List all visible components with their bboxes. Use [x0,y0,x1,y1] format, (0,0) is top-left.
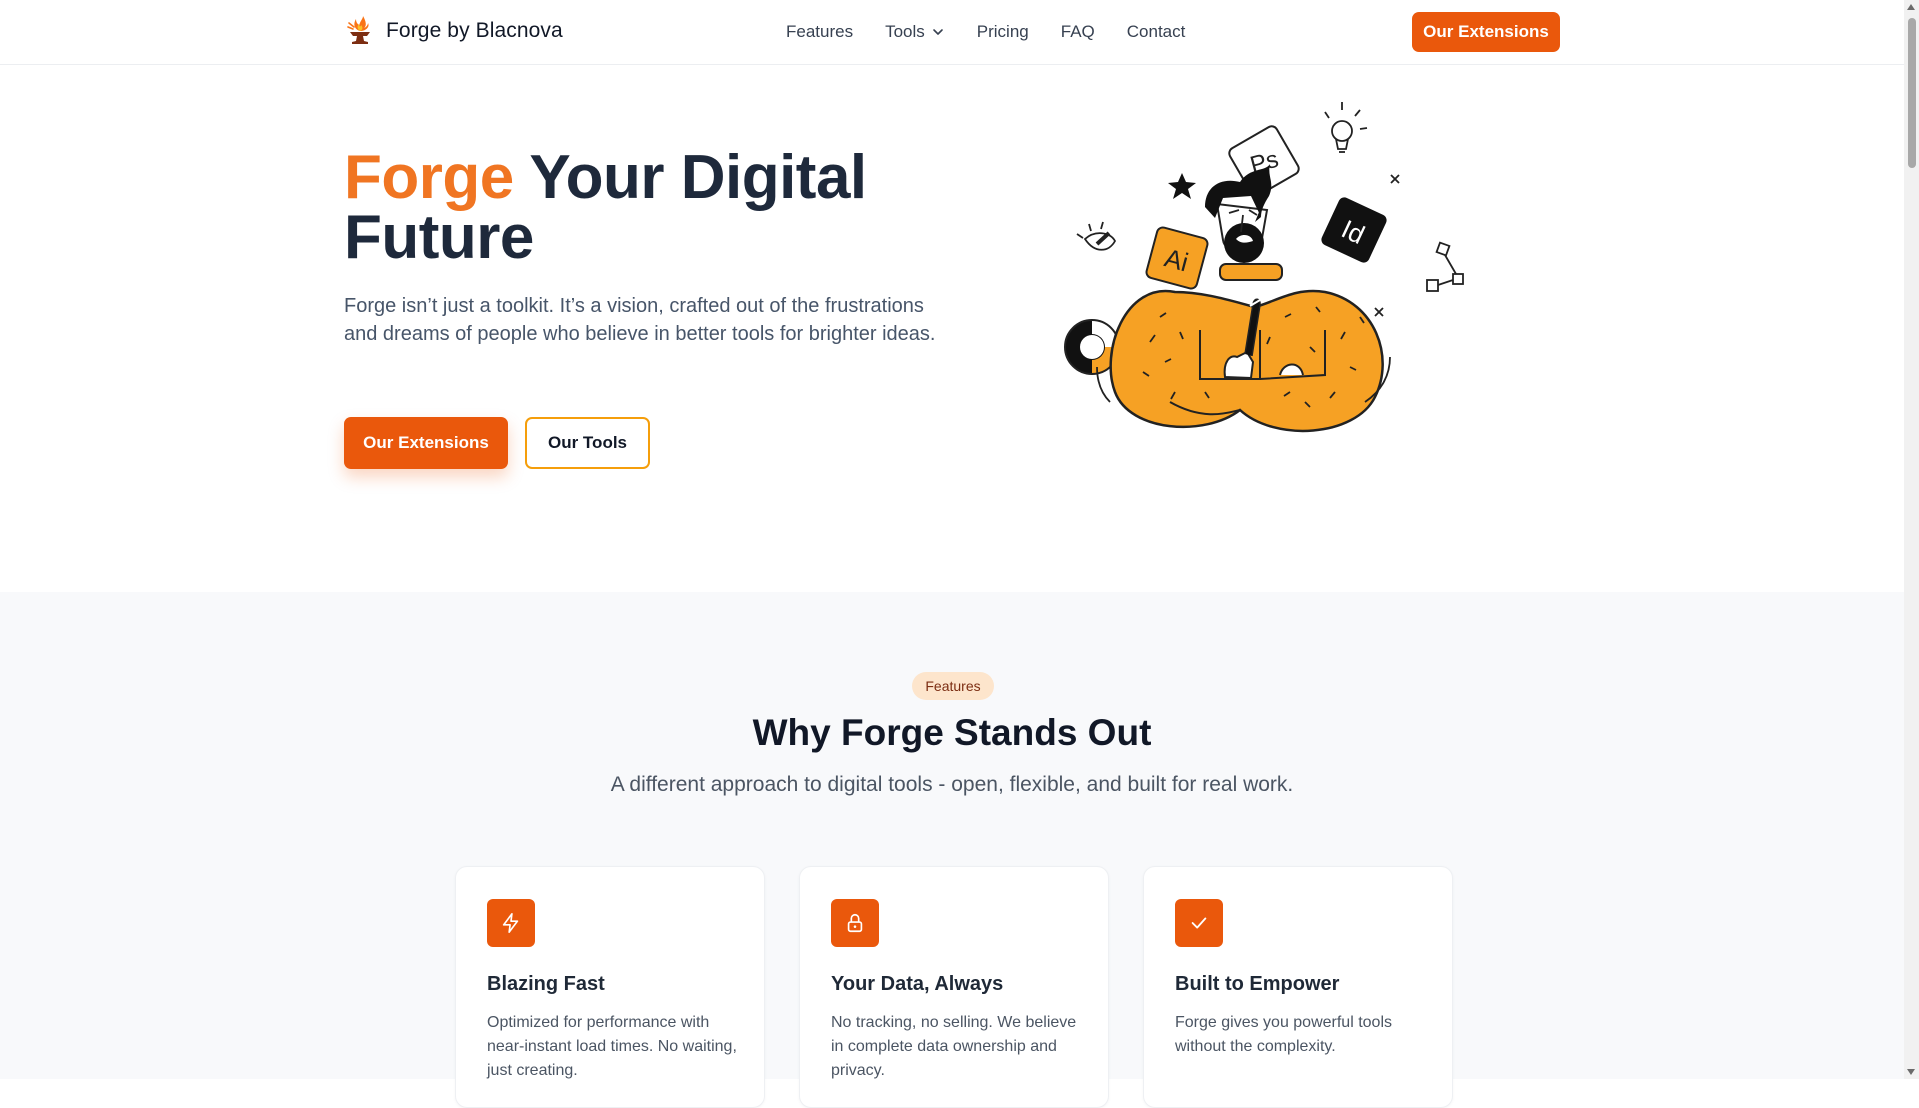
card-description: No tracking, no selling. We believe in c… [831,1014,1077,1079]
eye-doodle [1076,221,1117,251]
scrollbar-thumb[interactable] [1908,18,1916,168]
card-title: Blazing Fast [487,973,605,995]
card-icon-box [831,899,879,947]
checkmark-icon [1191,917,1207,929]
nav-link-faq[interactable]: FAQ [1061,22,1095,42]
hero-illustration: Ps Ai Id [1064,102,1464,433]
features-badge: Features [912,672,994,700]
nav-link-label: Contact [1126,22,1186,41]
nav-link-label: Tools [885,22,925,41]
brand[interactable]: Forge by Blacnova [344,15,563,47]
card-icon-box [487,899,535,947]
illustrator-card: Ai [1145,226,1209,290]
nav-link-label: Pricing [976,22,1029,41]
our-tools-button[interactable]: Our Tools [525,417,650,469]
nav-link-tools[interactable]: Tools [885,22,945,42]
section-subtitle: A different approach to digital tools - … [610,773,1294,796]
nav-link-contact[interactable]: Contact [1127,22,1186,42]
chevron-down-icon [932,29,943,35]
section-title: Why Forge Stands Out [752,712,1152,753]
character-body [1096,289,1391,433]
our-extensions-button[interactable]: Our Extensions [344,417,508,469]
star-icon [1168,173,1196,199]
character-head [1205,164,1283,281]
card-description: Optimized for performance with near-inst… [487,1014,737,1079]
node-diagram [1426,241,1464,292]
indesign-card: Id [1321,197,1387,263]
lightbulb-icon [1324,102,1368,153]
brand-name: Forge by Blacnova [386,19,563,42]
card-title: Your Data, Always [831,973,1004,995]
card-title: Built to Empower [1175,973,1340,995]
hero-title: Forge Your Digital Future [344,147,964,269]
lock-icon [847,913,863,933]
nav-link-pricing[interactable]: Pricing [977,22,1029,42]
nav-link-label: FAQ [1060,22,1095,41]
nav-link-label: Features [786,22,854,41]
top-navigation: Forge by Blacnova Features Tools Pricing… [0,0,1904,65]
page-scrollbar[interactable] [1904,0,1919,1079]
scroll-down-arrow-icon[interactable] [1907,1069,1915,1075]
feature-card-empower: Built to Empower Forge gives you powerfu… [1143,866,1453,1108]
main-menu: Features Tools Pricing FAQ Contact [786,0,1217,64]
feature-card-privacy: Your Data, Always No tracking, no sellin… [799,866,1109,1108]
card-icon-box [1175,899,1223,947]
hero-description: Forge isn’t just a toolkit. It’s a visio… [344,295,936,345]
scroll-up-arrow-icon[interactable] [1907,4,1915,10]
our-extensions-nav-button[interactable]: Our Extensions [1412,12,1560,52]
card-description: Forge gives you powerful tools without t… [1175,1014,1392,1055]
forge-logo-icon [347,16,370,44]
nav-link-features[interactable]: Features [786,22,853,42]
lightning-bolt-icon [502,913,519,933]
hero-title-accent: Forge [344,143,514,212]
feature-card-fast: Blazing Fast Optimized for performance w… [455,866,765,1108]
